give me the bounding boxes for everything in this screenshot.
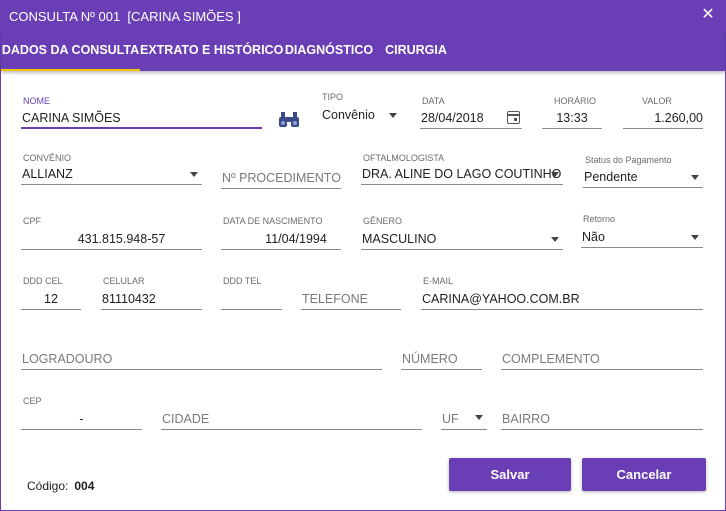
tipo-select[interactable]: Convênio <box>321 104 401 126</box>
nascimento-label: DATA DE NASCIMENTO <box>223 216 323 226</box>
retorno-select[interactable]: Não <box>581 226 703 248</box>
valor-value: 1.260,00 <box>654 111 703 125</box>
numero-input[interactable]: NÚMERO <box>401 348 482 370</box>
status-pagamento-value: Pendente <box>584 170 638 184</box>
oftalmologista-value: DRA. ALINE DO LAGO COUTINHO <box>362 167 562 181</box>
procedimento-input[interactable]: Nº PROCEDIMENTO <box>221 167 341 189</box>
nascimento-input[interactable]: 11/04/1994 <box>221 228 341 250</box>
celular-label: CELULAR <box>103 276 145 286</box>
tipo-value: Convênio <box>322 108 375 122</box>
convenio-value: ALLIANZ <box>22 167 73 181</box>
logradouro-placeholder: LOGRADOURO <box>22 352 113 366</box>
ddd-tel-input[interactable] <box>221 288 282 310</box>
valor-label: VALOR <box>642 96 672 106</box>
retorno-value: Não <box>582 230 605 244</box>
dropdown-arrow-icon <box>190 172 198 177</box>
data-label: DATA <box>422 96 445 106</box>
nome-input[interactable]: CARINA SIMÕES <box>21 107 262 129</box>
valor-input[interactable]: 1.260,00 <box>623 107 703 129</box>
tipo-label: TIPO <box>322 92 344 102</box>
dropdown-arrow-icon <box>389 113 397 118</box>
tab-dados-da-consulta[interactable]: DADOS DA CONSULTA <box>1 31 140 71</box>
tab-extrato-e-historico[interactable]: EXTRATO E HISTÓRICO <box>140 31 283 71</box>
dropdown-arrow-icon <box>551 172 559 177</box>
status-pagamento-select[interactable]: Pendente <box>583 166 703 188</box>
cpf-value: 431.815.948-57 <box>77 232 166 246</box>
nascimento-value: 11/04/1994 <box>265 232 327 246</box>
window-title: CONSULTA Nº 001 [CARINA SIMÕES ] <box>9 9 241 24</box>
cpf-label: CPF <box>23 216 41 226</box>
procedimento-placeholder: Nº PROCEDIMENTO <box>222 171 341 185</box>
codigo-display: Código: 004 <box>27 479 94 493</box>
cep-label: CEP <box>23 396 42 406</box>
oftalmologista-select[interactable]: DRA. ALINE DO LAGO COUTINHO <box>361 163 563 185</box>
close-icon[interactable]: ✕ <box>699 6 717 24</box>
tab-cirurgia[interactable]: CIRURGIA <box>381 31 451 71</box>
celular-value: 81110432 <box>102 292 156 306</box>
dropdown-arrow-icon <box>691 235 699 240</box>
bairro-input[interactable]: BAIRRO <box>501 408 703 430</box>
horario-value: 13:33 <box>556 111 588 125</box>
uf-placeholder: UF <box>442 412 459 426</box>
genero-label: GÊNERO <box>363 216 403 226</box>
convenio-label: CONVÊNIO <box>23 153 72 163</box>
consulta-dialog: CONSULTA Nº 001 [CARINA SIMÕES ] ✕ DADOS… <box>0 0 726 511</box>
cpf-input[interactable]: 431.815.948-57 <box>21 228 202 250</box>
dropdown-arrow-icon <box>691 175 699 180</box>
data-value: 28/04/2018 <box>421 111 484 125</box>
dropdown-arrow-icon <box>551 237 559 242</box>
complemento-input[interactable]: COMPLEMENTO <box>501 348 703 370</box>
retorno-label: Retorno <box>583 214 616 224</box>
cep-input[interactable]: - <box>21 408 142 430</box>
binoculars-icon[interactable] <box>277 108 301 130</box>
horario-label: HORÁRIO <box>554 96 597 106</box>
status-pagamento-label: Status do Pagamento <box>585 155 672 165</box>
email-input[interactable]: CARINA@YAHOO.COM.BR <box>421 288 703 310</box>
nome-value: CARINA SIMÕES <box>22 111 121 125</box>
ddd-cel-input[interactable]: 12 <box>21 288 81 310</box>
ddd-cel-value: 12 <box>44 292 58 306</box>
genero-value: MASCULINO <box>362 232 437 246</box>
complemento-placeholder: COMPLEMENTO <box>502 352 600 366</box>
calendar-icon[interactable] <box>507 111 520 124</box>
email-label: E-MAIL <box>423 276 454 286</box>
telefone-input[interactable]: TELEFONE <box>301 288 401 310</box>
tab-bar: DADOS DA CONSULTA EXTRATO E HISTÓRICO DI… <box>1 31 725 71</box>
bairro-placeholder: BAIRRO <box>502 412 550 426</box>
cep-value: - <box>79 412 84 426</box>
tab-diagnostico[interactable]: DIAGNÓSTICO <box>281 31 377 71</box>
horario-input[interactable]: 13:33 <box>542 107 602 129</box>
convenio-select[interactable]: ALLIANZ <box>21 163 202 185</box>
dropdown-arrow-icon <box>475 415 483 420</box>
oftalmologista-label: OFTALMOLOGISTA <box>363 153 445 163</box>
telefone-placeholder: TELEFONE <box>302 292 368 306</box>
email-value: CARINA@YAHOO.COM.BR <box>422 292 580 306</box>
ddd-tel-label: DDD TEL <box>223 276 262 286</box>
cidade-input[interactable]: CIDADE <box>161 408 422 430</box>
numero-placeholder: NÚMERO <box>402 352 458 366</box>
title-bar: CONSULTA Nº 001 [CARINA SIMÕES ] ✕ <box>1 1 725 31</box>
codigo-label: Código: <box>27 479 69 493</box>
genero-select[interactable]: MASCULINO <box>361 228 563 250</box>
logradouro-input[interactable]: LOGRADOURO <box>21 348 382 370</box>
save-button[interactable]: Salvar <box>449 458 571 491</box>
data-input[interactable]: 28/04/2018 <box>420 107 522 129</box>
celular-input[interactable]: 81110432 <box>101 288 202 310</box>
cidade-placeholder: CIDADE <box>162 412 210 426</box>
cancel-button[interactable]: Cancelar <box>582 458 706 491</box>
uf-select[interactable]: UF <box>441 408 487 430</box>
nome-label: NOME <box>23 96 50 106</box>
codigo-value: 004 <box>74 479 95 493</box>
ddd-cel-label: DDD CEL <box>23 276 63 286</box>
